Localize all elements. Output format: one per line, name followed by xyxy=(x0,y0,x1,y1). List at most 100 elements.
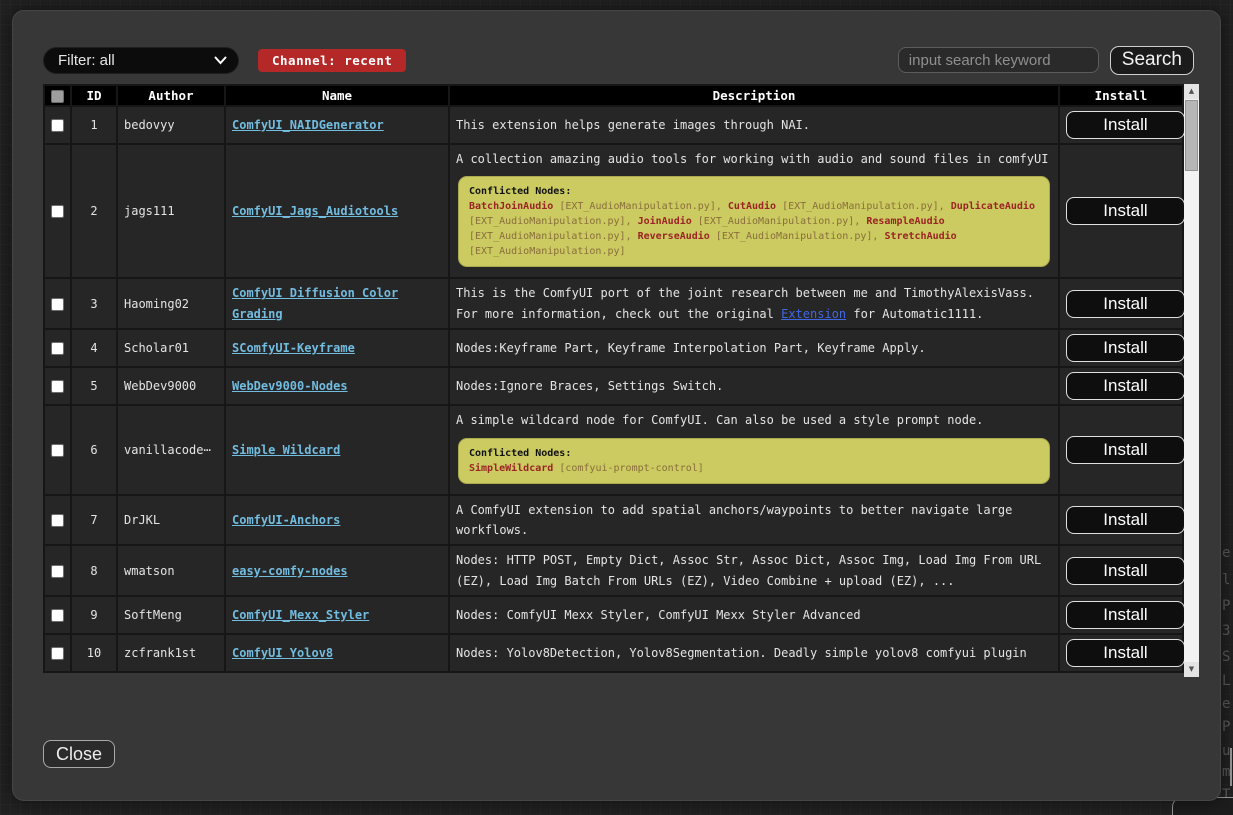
conflicted-node-file: [EXT_AudioManipulation.py], xyxy=(710,231,885,242)
row-author: zcfrank1st xyxy=(118,635,224,671)
conflicted-node-file: [EXT_AudioManipulation.py], xyxy=(776,201,951,212)
extension-name-link[interactable]: ComfyUI Yolov8 xyxy=(232,646,333,660)
table-row: 3Haoming02ComfyUI Diffusion Color Gradin… xyxy=(45,279,1182,328)
conflicted-node-name: DuplicateAudio xyxy=(951,201,1035,212)
row-checkbox[interactable] xyxy=(51,647,64,660)
table-row: 10zcfrank1st ComfyUI Yolov8 Nodes: Yolov8D… xyxy=(45,635,1182,671)
row-checkbox[interactable] xyxy=(51,444,64,457)
row-description: Nodes:Ignore Braces, Settings Switch. xyxy=(450,368,1058,404)
row-description: Nodes: Yolov8Detection, Yolov8Segmentati… xyxy=(450,635,1058,671)
extension-name-link[interactable]: ComfyUI_NAIDGenerator xyxy=(232,118,384,132)
install-button[interactable]: Install xyxy=(1066,334,1184,362)
extension-name-link[interactable]: WebDev9000-Nodes xyxy=(232,379,348,393)
extension-name-link[interactable]: easy-comfy-nodes xyxy=(232,564,348,578)
occluded-text-fragment: e xyxy=(1222,696,1233,712)
extension-name-link[interactable]: ComfyUI-Anchors xyxy=(232,513,340,527)
install-button[interactable]: Install xyxy=(1066,601,1184,629)
table-scrollbar[interactable]: ▲ ▼ xyxy=(1184,84,1199,677)
row-author: Scholar01 xyxy=(118,330,224,366)
conflicted-nodes-warning: Conflicted Nodes:SimpleWildcard [comfyui… xyxy=(458,438,1050,484)
table-row: 9SoftMengComfyUI_Mexx_StylerNodes: Comfy… xyxy=(45,597,1182,633)
install-button[interactable]: Install xyxy=(1066,557,1184,585)
conflicted-node-file: [EXT_AudioManipulation.py], xyxy=(553,201,728,212)
install-button[interactable]: Install xyxy=(1066,372,1184,400)
conflicted-node-file: [EXT_AudioManipulation.py] xyxy=(469,246,626,257)
conflicted-nodes-label: Conflicted Nodes: xyxy=(469,446,1039,461)
row-checkbox[interactable] xyxy=(51,565,64,578)
extension-name-link[interactable]: ComfyUI_Mexx_Styler xyxy=(232,608,369,622)
row-author: jags111 xyxy=(118,145,224,277)
install-button[interactable]: Install xyxy=(1066,506,1184,534)
row-description: This is the ComfyUI port of the joint re… xyxy=(450,279,1058,328)
row-author: wmatson xyxy=(118,546,224,595)
row-author: vanillacode⋯ xyxy=(118,406,224,493)
row-id: 1 xyxy=(72,107,116,143)
conflicted-node-name: ReverseAudio xyxy=(638,231,710,242)
scrollbar-up-arrow-icon[interactable]: ▲ xyxy=(1184,84,1199,99)
dialog-toolbar: Filter: all Channel: recent Search xyxy=(43,45,1194,75)
row-checkbox[interactable] xyxy=(51,205,64,218)
install-button[interactable]: Install xyxy=(1066,197,1184,225)
external-extension-link[interactable]: Extension xyxy=(781,307,846,321)
row-id: 9 xyxy=(72,597,116,633)
search-input[interactable] xyxy=(898,47,1099,73)
conflicted-nodes-label: Conflicted Nodes: xyxy=(469,184,1039,199)
filter-select-wrap: Filter: all xyxy=(43,47,239,74)
channel-badge: Channel: recent xyxy=(258,49,406,72)
conflicted-node-file: [EXT_AudioManipulation.py], xyxy=(692,216,867,227)
row-checkbox[interactable] xyxy=(51,514,64,527)
extensions-table-viewport: ID Author Name Description Install 1bedo… xyxy=(43,84,1184,677)
row-checkbox[interactable] xyxy=(51,298,64,311)
row-author: SoftMeng xyxy=(118,597,224,633)
row-description: A collection amazing audio tools for wor… xyxy=(450,145,1058,277)
table-row: 1bedovyy ComfyUI_NAIDGenerator This extens… xyxy=(45,107,1182,143)
search-button[interactable]: Search xyxy=(1110,46,1194,75)
table-row: 8wmatson easy-comfy-nodes Nodes: HTTP POST… xyxy=(45,546,1182,595)
install-button[interactable]: Install xyxy=(1066,290,1184,318)
row-id: 3 xyxy=(72,279,116,328)
row-description: Nodes: HTTP POST, Empty Dict, Assoc Str,… xyxy=(450,546,1058,595)
row-author: DrJKL xyxy=(118,496,224,545)
table-row: 5WebDev9000WebDev9000-NodesNodes:Ignore … xyxy=(45,368,1182,404)
row-id: 7 xyxy=(72,496,116,545)
occluded-menu-edge xyxy=(1230,748,1232,786)
install-button[interactable]: Install xyxy=(1066,436,1184,464)
column-header-author: Author xyxy=(118,86,224,105)
extension-name-link[interactable]: Simple Wildcard xyxy=(232,443,340,457)
column-header-install: Install xyxy=(1060,86,1182,105)
extension-name-link[interactable]: ComfyUI Diffusion Color Grading xyxy=(232,286,398,320)
row-id: 8 xyxy=(72,546,116,595)
scrollbar-down-arrow-icon[interactable]: ▼ xyxy=(1184,662,1199,677)
row-author: bedovyy xyxy=(118,107,224,143)
extension-name-link[interactable]: SComfyUI-Keyframe xyxy=(232,341,355,355)
select-all-checkbox[interactable] xyxy=(51,90,64,103)
row-id: 6 xyxy=(72,406,116,493)
occluded-text-fragment: e xyxy=(1222,545,1233,561)
extension-name-link[interactable]: ComfyUI_Jags_Audiotools xyxy=(232,204,398,218)
table-row: 6vanillacode⋯ Simple Wildcard A simple wil… xyxy=(45,406,1182,493)
install-button[interactable]: Install xyxy=(1066,111,1184,139)
install-button[interactable]: Install xyxy=(1066,639,1184,667)
row-description: Nodes:Keyframe Part, Keyframe Interpolat… xyxy=(450,330,1058,366)
column-header-description: Description xyxy=(450,86,1058,105)
row-checkbox[interactable] xyxy=(51,342,64,355)
close-button[interactable]: Close xyxy=(43,740,115,768)
row-description: This extension helps generate images thr… xyxy=(450,107,1058,143)
occluded-text-fragment: S xyxy=(1222,649,1233,665)
scrollbar-thumb[interactable] xyxy=(1185,100,1198,171)
table-header-row: ID Author Name Description Install xyxy=(45,86,1182,105)
row-description: A simple wildcard node for ComfyUI. Can … xyxy=(450,406,1058,493)
row-checkbox[interactable] xyxy=(51,609,64,622)
conflicted-node-name: BatchJoinAudio xyxy=(469,201,553,212)
row-checkbox[interactable] xyxy=(51,119,64,132)
filter-select[interactable]: Filter: all xyxy=(43,47,239,74)
column-header-id: ID xyxy=(72,86,116,105)
occluded-text-fragment: L xyxy=(1222,673,1233,689)
row-author: WebDev9000 xyxy=(118,368,224,404)
row-id: 10 xyxy=(72,635,116,671)
conflicted-node-name: StretchAudio xyxy=(884,231,956,242)
row-checkbox[interactable] xyxy=(51,380,64,393)
table-row: 4Scholar01SComfyUI-KeyframeNodes:Keyfram… xyxy=(45,330,1182,366)
table-row: 2jags111 ComfyUI_Jags_Audiotools A collect… xyxy=(45,145,1182,277)
row-id: 2 xyxy=(72,145,116,277)
